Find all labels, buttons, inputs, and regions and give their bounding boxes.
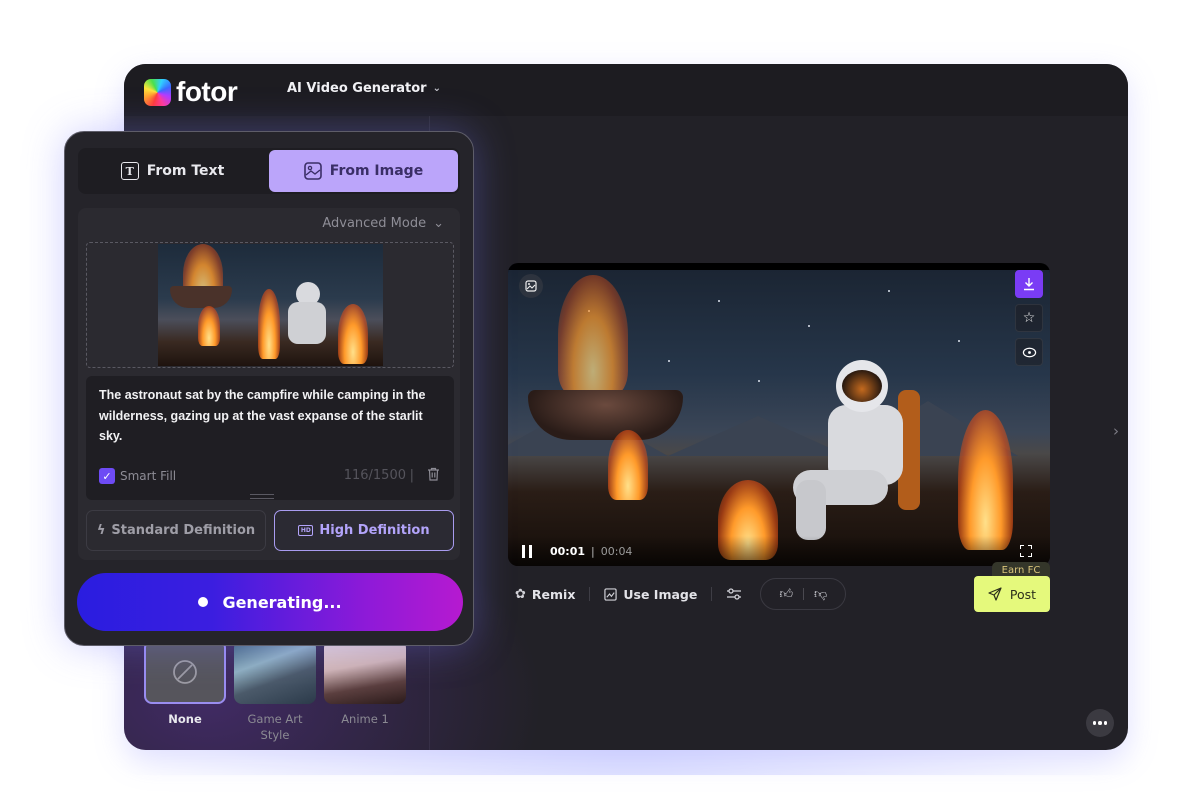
prompt-textarea[interactable]: The astronaut sat by the campfire while … xyxy=(86,376,454,500)
creation-panel: T From Text From Image Advanced Mode ⌄ T… xyxy=(64,131,474,646)
advanced-mode-toggle[interactable]: Advanced Mode ⌄ xyxy=(322,216,444,231)
definition-label: High Definition xyxy=(319,523,430,538)
image-icon xyxy=(303,162,322,180)
tab-label: From Image xyxy=(329,163,424,179)
generate-button[interactable]: Generating... xyxy=(77,573,463,631)
style-thumb-game-art[interactable] xyxy=(234,640,316,704)
download-icon xyxy=(1024,278,1034,291)
fotor-logo[interactable]: fotor xyxy=(144,76,238,108)
current-time: 00:01 xyxy=(550,544,586,558)
definition-options: ϟ Standard Definition HD High Definition xyxy=(86,510,454,551)
time-separator: | xyxy=(591,544,595,558)
post-button[interactable]: Post xyxy=(974,576,1050,612)
playback-controls: 00:01 | 00:04 xyxy=(508,536,1050,566)
fire-bowl xyxy=(528,390,683,440)
video-player[interactable]: ☆ 00:01 | 00:04 xyxy=(508,263,1050,566)
loading-indicator-icon xyxy=(198,597,209,607)
style-item-anime-1[interactable]: Anime 1 xyxy=(324,640,406,743)
lightning-icon: ϟ xyxy=(96,523,106,538)
logo-text: fotor xyxy=(176,76,238,107)
pause-button[interactable] xyxy=(522,544,532,558)
smart-fill-checkbox[interactable]: ✓ Smart Fill xyxy=(99,468,176,484)
style-thumb-anime-1[interactable] xyxy=(324,640,406,704)
divider xyxy=(589,587,591,601)
preview-button[interactable] xyxy=(1015,338,1043,366)
smart-fill-label: Smart Fill xyxy=(120,469,177,483)
definition-label: Standard Definition xyxy=(111,523,256,538)
remix-icon: ✿ xyxy=(515,586,526,602)
remix-button[interactable]: ✿ Remix xyxy=(515,587,575,602)
hd-icon: HD xyxy=(298,525,314,536)
product-title: AI Video Generator xyxy=(287,81,427,96)
fotor-logo-icon xyxy=(144,78,171,106)
text-icon: T xyxy=(120,162,139,180)
tab-label: From Text xyxy=(146,163,225,179)
use-image-label: Use Image xyxy=(623,586,698,602)
video-side-actions: ☆ xyxy=(1015,270,1043,366)
style-item-game-art[interactable]: Game Art Style xyxy=(234,640,316,743)
tab-from-image[interactable]: From Image xyxy=(269,150,458,192)
fullscreen-icon[interactable] xyxy=(1020,545,1032,557)
thumbs-up-icon[interactable]: 👍︎ xyxy=(779,587,793,602)
uploaded-image xyxy=(158,244,383,366)
video-actions: ✿ Remix Use Image 👍︎ 👎︎ xyxy=(515,578,847,610)
generate-label: Generating... xyxy=(222,592,342,612)
favorite-button[interactable]: ☆ xyxy=(1015,304,1043,332)
use-image-icon xyxy=(604,587,618,601)
chevron-right-icon[interactable]: › xyxy=(1113,422,1119,440)
send-icon xyxy=(988,587,1002,601)
prompt-text[interactable]: The astronaut sat by the campfire while … xyxy=(99,385,444,447)
standard-definition-button[interactable]: ϟ Standard Definition xyxy=(86,510,266,551)
source-image-icon[interactable] xyxy=(519,274,543,298)
no-style-icon xyxy=(173,660,197,684)
eye-icon xyxy=(1022,347,1036,357)
checkmark-icon[interactable]: ✓ xyxy=(99,468,115,484)
more-options-button[interactable] xyxy=(1086,709,1114,737)
download-button[interactable] xyxy=(1015,270,1043,298)
advanced-mode-label: Advanced Mode xyxy=(322,216,427,231)
image-upload-area[interactable] xyxy=(86,242,454,368)
sliders-icon xyxy=(727,588,742,600)
top-bar: fotor AI Video Generator ⌄ xyxy=(124,64,1128,116)
chevron-down-icon: ⌄ xyxy=(433,216,444,231)
page: fotor AI Video Generator ⌄ None Game Art… xyxy=(0,0,1200,800)
style-label: None xyxy=(168,712,202,726)
high-definition-button[interactable]: HD High Definition xyxy=(274,510,454,551)
count-separator: | xyxy=(409,468,414,483)
style-item-none[interactable]: None xyxy=(144,640,226,743)
feedback-group: 👍︎ 👎︎ xyxy=(760,578,847,610)
trash-icon[interactable] xyxy=(427,467,440,485)
character-count: 116/1500 xyxy=(343,468,406,483)
thumbs-down-icon[interactable]: 👎︎ xyxy=(814,587,827,602)
style-label: Game Art Style xyxy=(247,712,303,742)
chevron-down-icon: ⌄ xyxy=(432,83,441,94)
tab-from-text[interactable]: T From Text xyxy=(78,148,267,194)
video-frame xyxy=(508,270,1050,566)
post-label: Post xyxy=(1009,586,1037,602)
style-list: None Game Art Style Anime 1 xyxy=(144,640,406,743)
settings-card: Advanced Mode ⌄ The astronaut sat by the… xyxy=(78,208,460,560)
product-dropdown[interactable]: AI Video Generator ⌄ xyxy=(287,81,441,96)
astronaut xyxy=(788,360,928,540)
divider xyxy=(711,587,713,601)
adjust-settings-button[interactable] xyxy=(726,587,742,601)
use-image-button[interactable]: Use Image xyxy=(604,587,697,602)
divider xyxy=(803,588,805,600)
mode-tabs: T From Text From Image xyxy=(78,148,460,194)
style-thumb-none[interactable] xyxy=(144,640,226,704)
star-icon: ☆ xyxy=(1022,310,1036,326)
resize-handle[interactable] xyxy=(250,494,274,499)
total-time: 00:04 xyxy=(600,544,633,558)
style-label: Anime 1 xyxy=(341,712,389,726)
remix-label: Remix xyxy=(531,586,576,602)
